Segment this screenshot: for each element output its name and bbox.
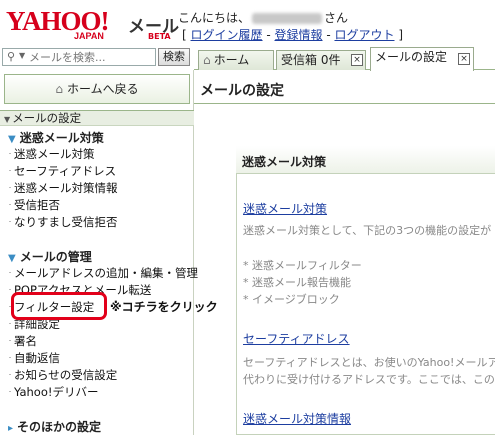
sidebar-item-notifications[interactable]: お知らせの受信設定 (8, 367, 117, 383)
logout-link[interactable]: ログアウト (334, 28, 394, 42)
sidebar-item-spoof-block[interactable]: なりすまし受信拒否 (9, 214, 118, 230)
yahoo-logo[interactable]: YAHOO! JAPAN (6, 6, 126, 42)
spam-info-link[interactable]: 迷惑メール対策情報 (243, 410, 351, 427)
greeting: こんにちは、 さん (178, 9, 348, 26)
spam-description: 迷惑メール対策として、下記の3つの機能の設定が (243, 224, 492, 237)
search-box[interactable]: ⚲ ▼ (2, 48, 156, 66)
sidebar-item-deliver[interactable]: Yahoo!デリバー (8, 384, 98, 400)
registration-link[interactable]: 登録情報 (275, 28, 323, 42)
home-button-label: ホームへ戻る (66, 82, 139, 96)
home-button[interactable]: ⌂ ホームへ戻る (4, 74, 190, 104)
search-button[interactable]: 検索 (158, 48, 190, 66)
section-other[interactable]: ▸ そのほかの設定 (8, 418, 101, 435)
sidebar-item-spam[interactable]: 迷惑メール対策 (9, 146, 95, 162)
sidebar-item-spam-info[interactable]: 迷惑メール対策情報 (9, 180, 118, 196)
page-title: メールの設定 (200, 83, 284, 99)
triangle-down-icon: ▼ (4, 115, 11, 124)
section-manage[interactable]: ▼ メールの管理 (8, 248, 92, 265)
section-label: そのほかの設定 (17, 420, 102, 434)
sidebar-item-address[interactable]: メールアドレスの追加・編集・管理 (9, 265, 198, 281)
close-icon[interactable]: × (351, 54, 363, 66)
spam-settings-link[interactable]: 迷惑メール対策 (243, 200, 327, 217)
sidebar-section-header[interactable]: ▼ メールの設定 (0, 110, 194, 126)
sidebar-item-safety-address[interactable]: セーフティアドレス (8, 163, 116, 179)
separator: - (322, 28, 335, 42)
bracket-close: ] (398, 28, 404, 42)
sidebar-header-label: メールの設定 (12, 111, 82, 125)
bullet-item: * 迷惑メール報告機能 (243, 276, 351, 289)
section-label: メールの管理 (19, 250, 92, 264)
tab-label: 受信箱 0件 (281, 53, 341, 67)
panel-title: 迷惑メール対策 (242, 155, 327, 169)
close-icon[interactable]: × (458, 53, 470, 65)
bullet-item: * 迷惑メールフィルター (243, 259, 362, 272)
triangle-down-icon: ▼ (8, 134, 16, 145)
bullet-item: * イメージブロック (243, 293, 340, 306)
blurred-username (252, 13, 323, 24)
safety-description: セーフティアドレスとは、お使いのYahoo!メールア (243, 356, 495, 369)
sidebar-item-autoreply[interactable]: 自動返信 (9, 350, 60, 366)
section-spam[interactable]: ▼ 迷惑メール対策 (8, 129, 104, 146)
greeting-prefix: こんにちは、 (178, 11, 251, 25)
login-history-link[interactable]: ログイン履歴 (191, 28, 263, 42)
safety-description: 代わりに受け付けるアドレスです。ここでは、この名 (243, 373, 495, 386)
greeting-suffix: さん (324, 11, 349, 25)
bracket-open: [ (182, 28, 187, 42)
logo-sub: JAPAN (74, 31, 104, 41)
tab-label: ホーム (213, 53, 250, 67)
chevron-down-icon[interactable]: ▼ (19, 51, 25, 60)
search-icon: ⚲ (7, 50, 16, 63)
click-annotation: ※コチラをクリック (110, 300, 218, 314)
beta-badge: BETA (148, 32, 171, 41)
tab-bar: ⌂ ホーム 受信箱 0件 × メールの設定 × (194, 46, 495, 71)
home-icon: ⌂ (203, 53, 211, 67)
search-input[interactable] (29, 50, 153, 64)
safety-address-link[interactable]: セーフティアドレス (243, 330, 350, 347)
tab-label: メールの設定 (375, 50, 448, 64)
sidebar-item-signature[interactable]: 署名 (9, 333, 37, 349)
sidebar-item-block[interactable]: 受信拒否 (9, 197, 60, 213)
triangle-down-icon: ▼ (8, 253, 16, 264)
tab-inbox[interactable]: 受信箱 0件 × (276, 50, 366, 70)
highlight-box (11, 292, 107, 320)
home-icon: ⌂ (55, 82, 63, 96)
tab-home[interactable]: ⌂ ホーム (198, 50, 274, 70)
separator: - (262, 28, 275, 42)
tab-mail-settings[interactable]: メールの設定 × (370, 47, 474, 71)
triangle-right-icon: ▸ (8, 423, 14, 434)
header-links: [ ログイン履歴 - 登録情報 - ログアウト ] (182, 26, 403, 43)
section-label: 迷惑メール対策 (19, 131, 104, 145)
